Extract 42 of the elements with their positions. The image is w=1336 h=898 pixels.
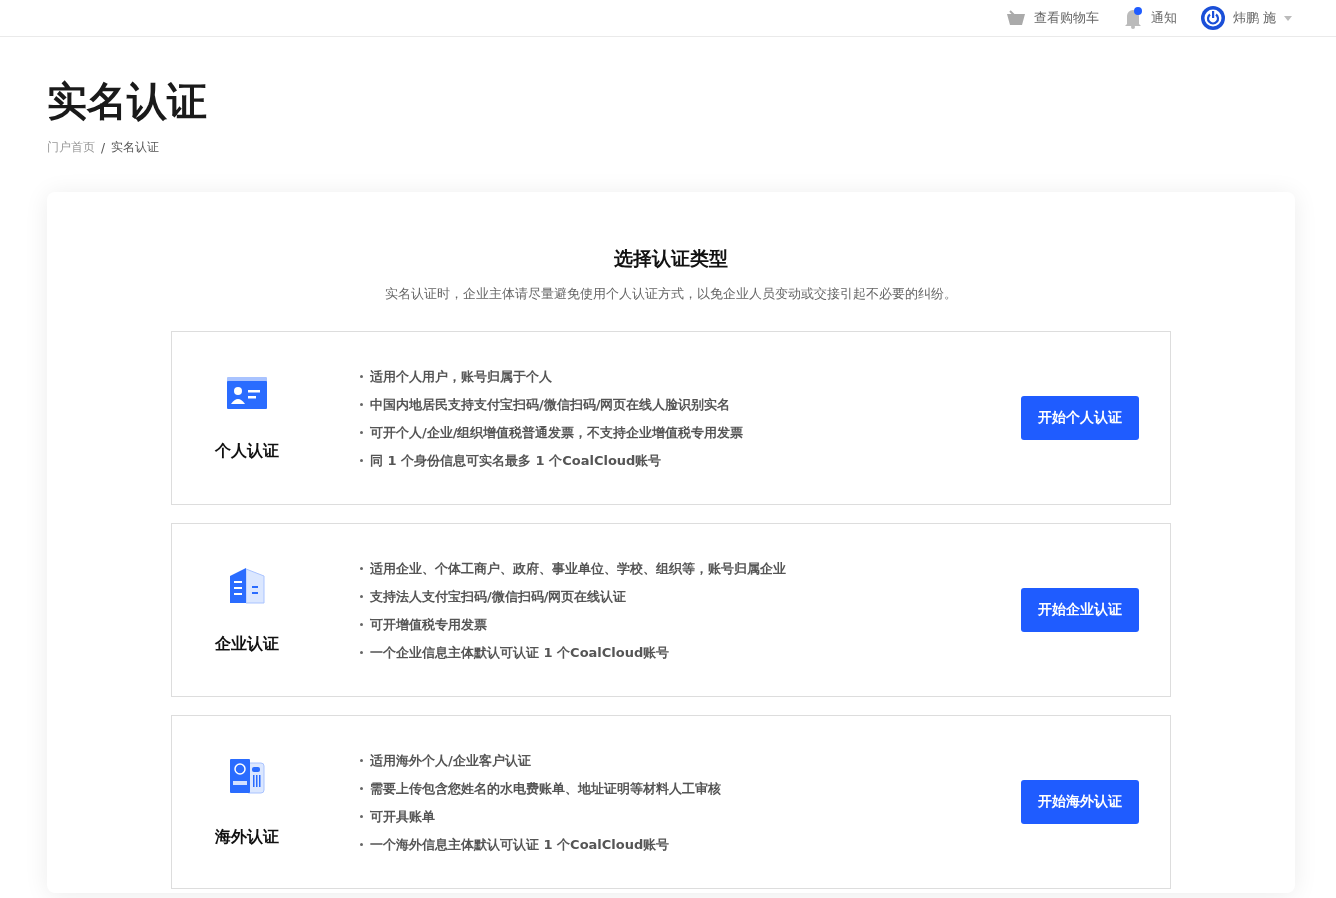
bullet-dot	[360, 650, 363, 654]
start-button[interactable]: 开始企业认证	[1021, 588, 1139, 632]
section-subtitle: 实名认证时，企业主体请尽量避免使用个人认证方式，以免企业人员变动或交接引起不必要的纠纷。	[385, 286, 957, 303]
caret-icon	[1284, 15, 1292, 21]
breadcrumb-link[interactable]: 实名认证	[111, 139, 160, 156]
bullet-dot	[360, 814, 363, 818]
bullet-dot	[360, 566, 363, 570]
page-title: 实名认证	[47, 77, 208, 125]
option-point: 适用个人用户，账号归属于个人	[370, 367, 552, 386]
option-point: 适用海外个人/企业客户认证	[370, 751, 531, 770]
bullet-dot	[360, 786, 363, 790]
section-title: 选择认证类型	[614, 246, 728, 271]
option-point: 可开个人/企业/组织增值税普通发票，不支持企业增值税专用发票	[370, 423, 744, 442]
breadcrumb-separator: /	[101, 140, 106, 155]
bullet-dot	[360, 458, 363, 462]
basket-icon	[1005, 10, 1026, 26]
bullet-dot	[360, 594, 363, 598]
option-point: 可开增值税专用发票	[370, 615, 487, 634]
option-point: 可开具账单	[370, 807, 435, 826]
bullet-dot	[360, 430, 363, 434]
option-name: 个人认证	[215, 440, 279, 462]
id-card-icon	[226, 374, 268, 411]
bullet-dot	[360, 842, 363, 846]
option-point: 一个企业信息主体默认可认证 1 个CoalCloud账号	[370, 643, 670, 662]
option-point: 适用企业、个体工商户、政府、事业单位、学校、组织等，账号归属企业	[370, 559, 786, 578]
option-point: 中国内地居民支持支付宝扫码/微信扫码/网页在线人脸识别实名	[370, 395, 731, 414]
option-point: 同 1 个身份信息可实名最多 1 个CoalCloud账号	[370, 451, 662, 470]
option-name: 企业认证	[215, 633, 279, 655]
power-icon	[1200, 6, 1225, 30]
option-point: 需要上传包含您姓名的水电费账单、地址证明等材料人工审核	[370, 779, 721, 798]
bullet-dot	[360, 402, 363, 406]
bullet-dot	[360, 374, 363, 378]
notification-link[interactable]: 通知	[1122, 7, 1177, 29]
option-point: 一个海外信息主体默认可认证 1 个CoalCloud账号	[370, 835, 670, 854]
option-name: 海外认证	[215, 826, 279, 848]
user-menu[interactable]: 炜鹏 施	[1200, 6, 1292, 30]
start-button[interactable]: 开始个人认证	[1021, 396, 1139, 440]
bullet-dot	[360, 622, 363, 626]
start-button[interactable]: 开始海外认证	[1021, 780, 1139, 824]
option-point: 支持法人支付宝扫码/微信扫码/网页在线认证	[370, 587, 627, 606]
bullet-dot	[360, 758, 363, 762]
cart-link[interactable]: 查看购物车	[1005, 9, 1099, 27]
